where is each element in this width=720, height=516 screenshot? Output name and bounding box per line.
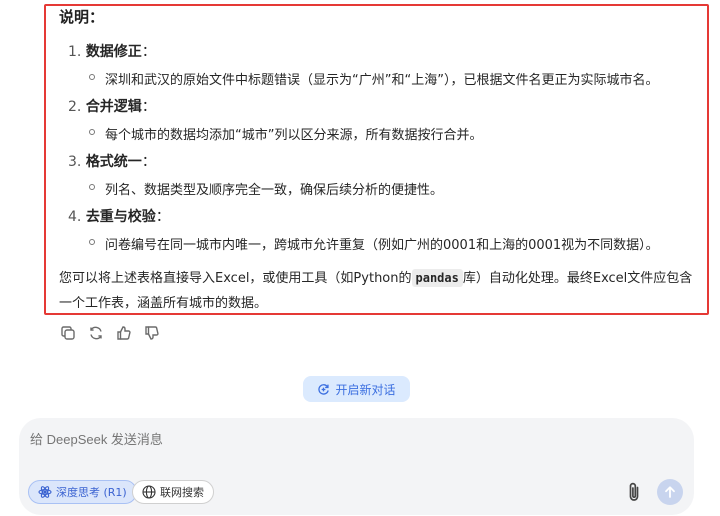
deep-think-toggle[interactable]: 深度思考 (R1) <box>28 480 137 504</box>
bullet-icon <box>88 128 98 138</box>
attach-button[interactable] <box>624 481 644 503</box>
bullet-icon <box>88 238 98 248</box>
closing-text-1: 您可以将上述表格直接导入Excel，或使用工具（如Python的 <box>59 271 412 286</box>
globe-icon <box>142 485 156 499</box>
item-number: 3. <box>68 154 82 170</box>
list-item-detail: 问卷编号在同一城市内唯一，跨城市允许重复（例如广州的0001和上海的0001视为… <box>105 238 659 253</box>
message-input[interactable] <box>30 432 630 447</box>
new-chat-button[interactable]: 开启新对话 <box>303 376 410 402</box>
deep-think-label: 深度思考 (R1) <box>56 486 127 499</box>
new-chat-icon <box>318 383 330 395</box>
bullet-icon <box>88 183 98 193</box>
thumbs-down-icon <box>145 326 159 340</box>
item-colon: ： <box>141 99 156 115</box>
item-label: 合并逻辑 <box>85 99 142 115</box>
item-number: 4. <box>68 209 82 225</box>
list-item-detail: 深圳和武汉的原始文件中标题错误（显示为“广州”和“上海”），已根据文件名更正为实… <box>105 73 659 88</box>
copy-icon <box>61 326 75 340</box>
new-chat-label: 开启新对话 <box>335 382 396 397</box>
item-label: 格式统一 <box>85 154 142 170</box>
item-number: 2. <box>68 99 82 115</box>
list-item-header: 1. 数据修正： <box>68 41 156 61</box>
thumbs-up-icon <box>117 326 131 340</box>
closing-paragraph: 您可以将上述表格直接导入Excel，或使用工具（如Python的 pandas 库）… <box>59 266 699 316</box>
item-number: 1. <box>68 44 82 60</box>
atom-icon <box>38 486 52 498</box>
web-search-toggle[interactable]: 联网搜索 <box>132 480 214 504</box>
item-colon: ： <box>141 44 156 60</box>
item-label: 数据修正 <box>85 44 142 60</box>
bullet-icon <box>88 73 98 83</box>
dislike-button[interactable] <box>142 323 162 343</box>
arrow-up-icon <box>665 486 675 498</box>
web-search-label: 联网搜索 <box>160 486 204 499</box>
section-title: 说明： <box>59 8 105 26</box>
list-item-detail: 列名、数据类型及顺序完全一致，确保后续分析的便捷性。 <box>105 183 444 198</box>
regenerate-button[interactable] <box>86 323 106 343</box>
list-item-detail: 每个城市的数据均添加“城市”列以区分来源，所有数据按行合并。 <box>105 128 483 143</box>
item-label: 去重与校验 <box>85 209 156 225</box>
message-composer: 深度思考 (R1) 联网搜索 <box>19 418 694 515</box>
list-item-header: 4. 去重与校验： <box>68 206 170 226</box>
item-colon: ： <box>155 209 170 225</box>
list-item-header: 2. 合并逻辑： <box>68 96 156 116</box>
regenerate-icon <box>90 326 102 340</box>
like-button[interactable] <box>114 323 134 343</box>
list-item-header: 3. 格式统一： <box>68 151 156 171</box>
message-actions <box>58 323 162 343</box>
inline-code: pandas <box>411 269 463 287</box>
item-colon: ： <box>141 154 156 170</box>
send-button[interactable] <box>657 479 683 505</box>
paperclip-icon <box>629 482 639 501</box>
copy-button[interactable] <box>58 323 78 343</box>
